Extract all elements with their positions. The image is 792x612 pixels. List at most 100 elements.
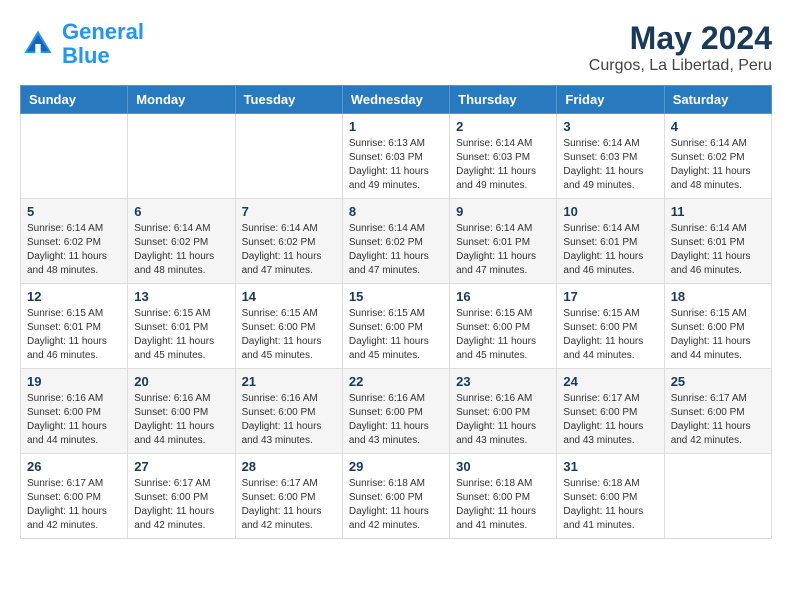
calendar-title: May 2024 [589,20,772,57]
day-number: 20 [134,374,228,389]
day-info: Sunrise: 6:16 AM Sunset: 6:00 PM Dayligh… [134,392,228,448]
calendar-cell: 18Sunrise: 6:15 AM Sunset: 6:00 PM Dayli… [664,284,771,369]
calendar-cell: 12Sunrise: 6:15 AM Sunset: 6:01 PM Dayli… [21,284,128,369]
day-number: 10 [563,204,657,219]
weekday-header: Wednesday [342,86,449,114]
day-info: Sunrise: 6:16 AM Sunset: 6:00 PM Dayligh… [349,392,443,448]
day-number: 29 [349,459,443,474]
day-info: Sunrise: 6:14 AM Sunset: 6:03 PM Dayligh… [456,137,550,193]
day-number: 5 [27,204,121,219]
calendar-cell: 9 Sunrise: 6:14 AM Sunset: 6:01 PM Daylig… [450,199,557,284]
calendar-cell: 17 Sunrise: 6:15 AM Sunset: 6:00 PM Dayli… [557,284,664,369]
day-number: 24 [563,374,657,389]
calendar-cell: 1Sunrise: 6:13 AM Sunset: 6:03 PM Daylig… [342,114,449,199]
day-number: 22 [349,374,443,389]
day-number: 26 [27,459,121,474]
calendar-cell: 14 Sunrise: 6:15 AM Sunset: 6:00 PM Dayli… [235,284,342,369]
day-info: Sunrise: 6:18 AM Sunset: 6:00 PM Dayligh… [349,477,443,533]
calendar-week-row: 1Sunrise: 6:13 AM Sunset: 6:03 PM Daylig… [21,114,772,199]
logo-general: General [62,19,144,44]
calendar-cell [235,114,342,199]
day-info: Sunrise: 6:16 AM Sunset: 6:00 PM Dayligh… [456,392,550,448]
day-number: 7 [242,204,336,219]
calendar-cell: 24Sunrise: 6:17 AM Sunset: 6:00 PM Dayli… [557,369,664,454]
calendar-cell: 10 Sunrise: 6:14 AM Sunset: 6:01 PM Dayli… [557,199,664,284]
day-info: Sunrise: 6:16 AM Sunset: 6:00 PM Dayligh… [27,392,121,448]
day-number: 21 [242,374,336,389]
day-number: 3 [563,119,657,134]
day-number: 23 [456,374,550,389]
calendar-cell: 13 Sunrise: 6:15 AM Sunset: 6:01 PM Dayli… [128,284,235,369]
logo-blue: Blue [62,43,110,68]
calendar-cell: 31 Sunrise: 6:18 AM Sunset: 6:00 PM Dayli… [557,454,664,539]
calendar-cell: 4Sunrise: 6:14 AM Sunset: 6:02 PM Daylig… [664,114,771,199]
calendar-week-row: 12Sunrise: 6:15 AM Sunset: 6:01 PM Dayli… [21,284,772,369]
day-info: Sunrise: 6:17 AM Sunset: 6:00 PM Dayligh… [134,477,228,533]
day-info: Sunrise: 6:15 AM Sunset: 6:00 PM Dayligh… [563,307,657,363]
day-number: 16 [456,289,550,304]
calendar-cell: 26Sunrise: 6:17 AM Sunset: 6:00 PM Dayli… [21,454,128,539]
day-info: Sunrise: 6:17 AM Sunset: 6:00 PM Dayligh… [242,477,336,533]
day-number: 6 [134,204,228,219]
day-info: Sunrise: 6:17 AM Sunset: 6:00 PM Dayligh… [671,392,765,448]
weekday-header: Friday [557,86,664,114]
day-info: Sunrise: 6:18 AM Sunset: 6:00 PM Dayligh… [563,477,657,533]
day-number: 14 [242,289,336,304]
day-info: Sunrise: 6:15 AM Sunset: 6:00 PM Dayligh… [349,307,443,363]
day-info: Sunrise: 6:14 AM Sunset: 6:02 PM Dayligh… [134,222,228,278]
day-number: 13 [134,289,228,304]
weekday-header: Thursday [450,86,557,114]
day-info: Sunrise: 6:15 AM Sunset: 6:00 PM Dayligh… [456,307,550,363]
day-info: Sunrise: 6:14 AM Sunset: 6:02 PM Dayligh… [671,137,765,193]
calendar-cell: 15 Sunrise: 6:15 AM Sunset: 6:00 PM Dayli… [342,284,449,369]
day-info: Sunrise: 6:14 AM Sunset: 6:01 PM Dayligh… [456,222,550,278]
calendar-cell: 2 Sunrise: 6:14 AM Sunset: 6:03 PM Daylig… [450,114,557,199]
calendar-cell: 8 Sunrise: 6:14 AM Sunset: 6:02 PM Daylig… [342,199,449,284]
day-number: 15 [349,289,443,304]
day-info: Sunrise: 6:15 AM Sunset: 6:01 PM Dayligh… [134,307,228,363]
calendar-cell: 20 Sunrise: 6:16 AM Sunset: 6:00 PM Dayli… [128,369,235,454]
calendar-cell: 5Sunrise: 6:14 AM Sunset: 6:02 PM Daylig… [21,199,128,284]
calendar-cell: 23 Sunrise: 6:16 AM Sunset: 6:00 PM Dayli… [450,369,557,454]
calendar-cell: 28 Sunrise: 6:17 AM Sunset: 6:00 PM Dayli… [235,454,342,539]
day-info: Sunrise: 6:15 AM Sunset: 6:01 PM Dayligh… [27,307,121,363]
day-number: 17 [563,289,657,304]
calendar-table: SundayMondayTuesdayWednesdayThursdayFrid… [20,85,772,539]
weekday-header: Monday [128,86,235,114]
day-number: 28 [242,459,336,474]
day-number: 19 [27,374,121,389]
weekday-header-row: SundayMondayTuesdayWednesdayThursdayFrid… [21,86,772,114]
day-number: 18 [671,289,765,304]
calendar-cell: 7Sunrise: 6:14 AM Sunset: 6:02 PM Daylig… [235,199,342,284]
day-info: Sunrise: 6:14 AM Sunset: 6:01 PM Dayligh… [671,222,765,278]
day-number: 9 [456,204,550,219]
calendar-week-row: 26 Sunrise: 6:17 AM Sunset: 6:00 PM Dayli… [21,454,772,539]
day-info: Sunrise: 6:15 AM Sunset: 6:00 PM Dayligh… [242,307,336,363]
logo-text: General Blue [62,20,144,68]
weekday-header: Tuesday [235,86,342,114]
weekday-header: Sunday [21,86,128,114]
calendar-cell: 27 Sunrise: 6:17 AM Sunset: 6:00 PM Dayli… [128,454,235,539]
day-number: 8 [349,204,443,219]
day-number: 27 [134,459,228,474]
day-info: Sunrise: 6:14 AM Sunset: 6:03 PM Dayligh… [563,137,657,193]
calendar-cell: 25 Sunrise: 6:17 AM Sunset: 6:00 PM Dayli… [664,369,771,454]
day-info: Sunrise: 6:14 AM Sunset: 6:01 PM Dayligh… [563,222,657,278]
day-number: 30 [456,459,550,474]
calendar-cell: 6 Sunrise: 6:14 AM Sunset: 6:02 PM Daylig… [128,199,235,284]
calendar-cell: 30Sunrise: 6:18 AM Sunset: 6:00 PM Dayli… [450,454,557,539]
day-number: 25 [671,374,765,389]
day-info: Sunrise: 6:16 AM Sunset: 6:00 PM Dayligh… [242,392,336,448]
calendar-week-row: 19 Sunrise: 6:16 AM Sunset: 6:00 PM Dayli… [21,369,772,454]
day-number: 2 [456,119,550,134]
calendar-cell [21,114,128,199]
page-header: General Blue May 2024 Curgos, La Liberta… [20,20,772,75]
calendar-cell [664,454,771,539]
calendar-cell: 29 Sunrise: 6:18 AM Sunset: 6:00 PM Dayli… [342,454,449,539]
day-number: 31 [563,459,657,474]
calendar-header: SundayMondayTuesdayWednesdayThursdayFrid… [21,86,772,114]
calendar-subtitle: Curgos, La Libertad, Peru [589,57,772,75]
calendar-cell: 3 Sunrise: 6:14 AM Sunset: 6:03 PM Daylig… [557,114,664,199]
day-info: Sunrise: 6:14 AM Sunset: 6:02 PM Dayligh… [349,222,443,278]
title-block: May 2024 Curgos, La Libertad, Peru [589,20,772,75]
